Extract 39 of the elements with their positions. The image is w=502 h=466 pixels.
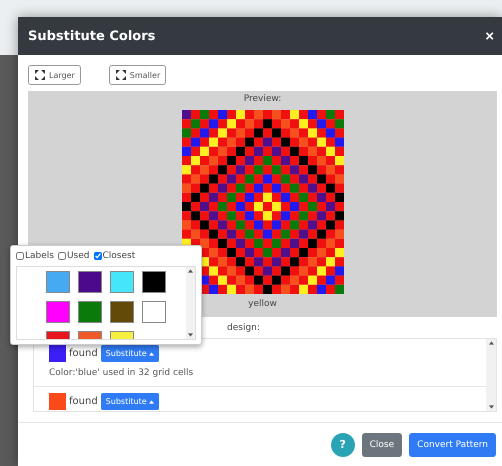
usage-text: Color:'blue' used in 32 grid cells: [49, 368, 194, 378]
scroll-down-icon[interactable]: [188, 333, 193, 337]
color-swatch[interactable]: [142, 301, 166, 323]
option-label: Labels: [25, 251, 54, 261]
color-swatch[interactable]: [78, 271, 102, 293]
zoom-button[interactable]: Larger: [28, 65, 81, 85]
resize-arrows-icon: [114, 69, 127, 81]
option-checkbox[interactable]: [16, 252, 24, 260]
option-checkbox[interactable]: [58, 252, 66, 260]
caret-icon: [149, 352, 154, 356]
design-label: design:: [227, 323, 261, 333]
color-swatch[interactable]: [46, 301, 70, 323]
color-swatch[interactable]: [110, 271, 134, 293]
scroll-up-icon[interactable]: [488, 341, 494, 345]
zoom-button[interactable]: Smaller: [108, 65, 166, 85]
color-caption: yellow: [248, 299, 277, 309]
help-button[interactable]: ?: [330, 432, 355, 456]
color-swatch[interactable]: [78, 301, 102, 323]
close-button[interactable]: ×: [485, 28, 494, 44]
option-checkbox[interactable]: [94, 252, 102, 260]
color-swatch[interactable]: [46, 271, 70, 293]
scrollbar[interactable]: [186, 267, 195, 339]
close-dialog-button[interactable]: Close: [362, 432, 402, 456]
status-text: found: [69, 348, 98, 359]
substitute-button[interactable]: Substitute: [100, 345, 160, 362]
scroll-down-icon[interactable]: [488, 405, 494, 409]
substitute-button[interactable]: Substitute: [100, 393, 160, 410]
dialog-title: Substitute Colors: [28, 28, 156, 44]
caret-icon: [149, 400, 154, 404]
resize-arrows-icon: [34, 69, 46, 81]
color-swatch[interactable]: [110, 301, 134, 323]
status-text: found: [69, 396, 98, 407]
color-swatch[interactable]: [142, 271, 166, 293]
option-label: Used: [66, 251, 90, 261]
scroll-up-icon[interactable]: [188, 269, 193, 273]
convert-button[interactable]: Convert Pattern: [409, 432, 496, 456]
scrollbar[interactable]: [486, 339, 496, 411]
preview-label: Preview:: [244, 94, 282, 104]
option-label: Closest: [102, 251, 136, 261]
